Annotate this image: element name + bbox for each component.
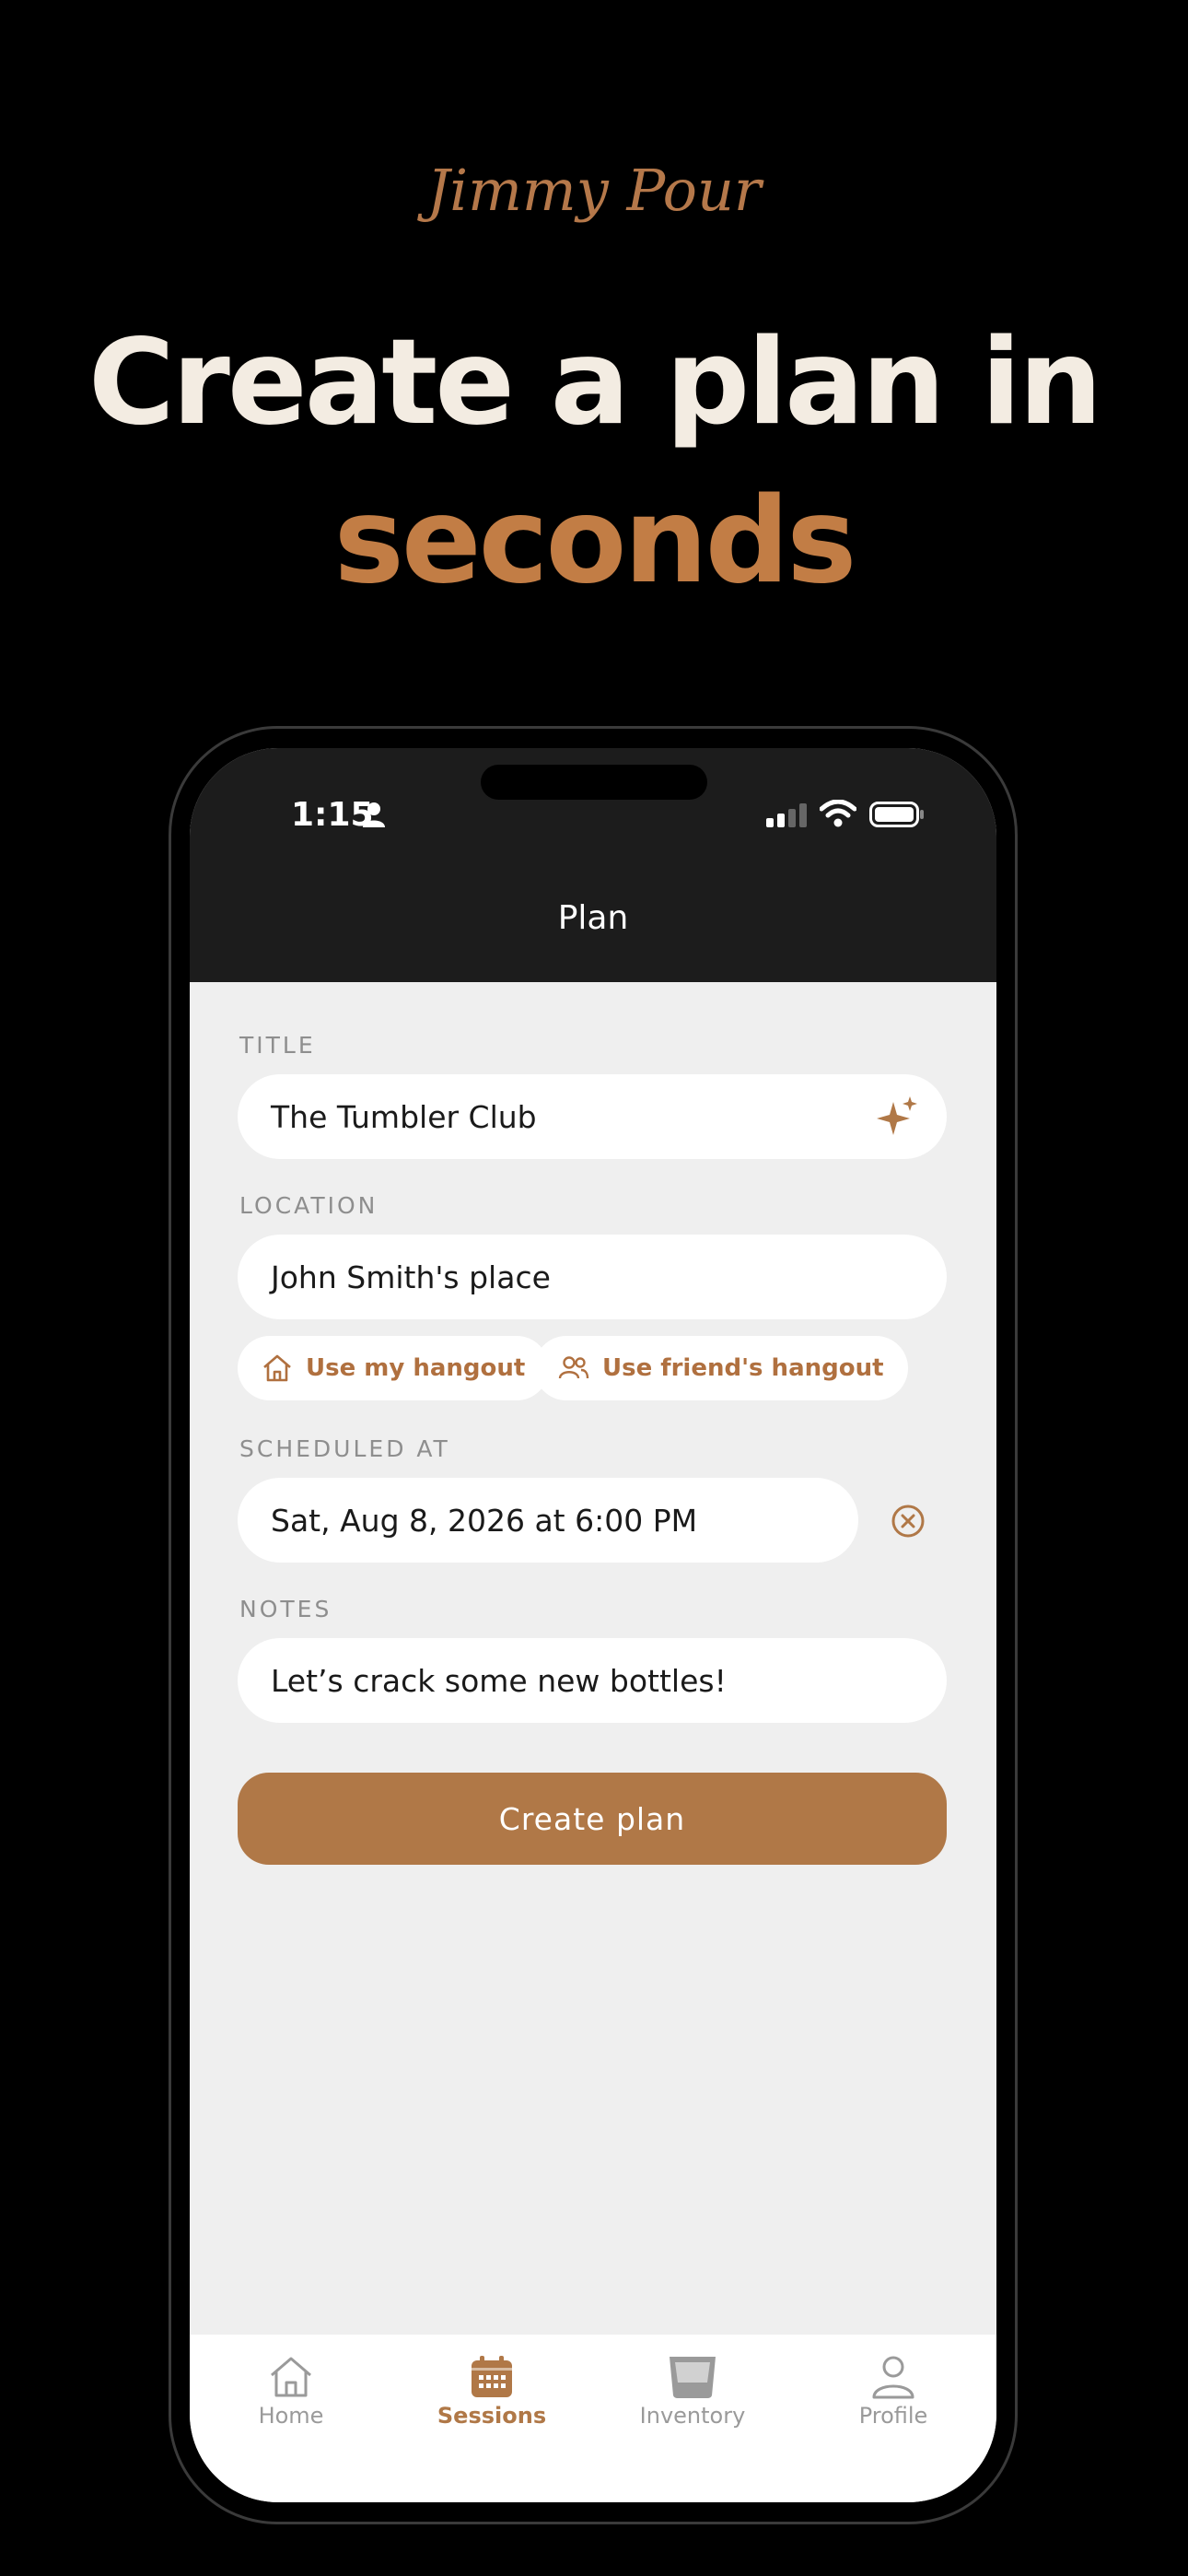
- signal-icon: [766, 803, 807, 827]
- location-value: John Smith's place: [271, 1259, 551, 1295]
- page-title: Plan: [557, 899, 629, 937]
- tab-bar: Home Sessions Inventory Profile: [190, 2335, 996, 2502]
- phone-screen: 1:15 Plan TITLE The Tumbler Club LOCATIO…: [190, 748, 996, 2502]
- tab-profile-label: Profile: [858, 2403, 928, 2429]
- clear-date-icon[interactable]: [890, 1503, 926, 1540]
- tab-home[interactable]: Home: [199, 2355, 383, 2429]
- headline: Create a plan in seconds: [0, 304, 1188, 621]
- location-field[interactable]: John Smith's place: [238, 1235, 947, 1319]
- use-friends-hangout-label: Use friend's hangout: [602, 1354, 884, 1382]
- tab-inventory-label: Inventory: [639, 2403, 746, 2429]
- notes-label: NOTES: [239, 1596, 332, 1622]
- top-bar: 1:15 Plan: [190, 748, 996, 982]
- profile-icon: [872, 2356, 914, 2399]
- person-icon: [363, 802, 385, 827]
- create-plan-button[interactable]: Create plan: [238, 1773, 947, 1865]
- tab-profile[interactable]: Profile: [801, 2355, 985, 2429]
- tab-sessions[interactable]: Sessions: [400, 2355, 584, 2429]
- scheduled-at-field[interactable]: Sat, Aug 8, 2026 at 6:00 PM: [238, 1478, 858, 1563]
- notes-value: Let’s crack some new bottles!: [271, 1662, 727, 1699]
- brand-name: Jimmy Pour: [426, 157, 762, 224]
- tab-inventory[interactable]: Inventory: [600, 2355, 785, 2429]
- title-label: TITLE: [239, 1032, 316, 1059]
- scheduled-value: Sat, Aug 8, 2026 at 6:00 PM: [271, 1502, 698, 1539]
- use-my-hangout-chip[interactable]: Use my hangout: [238, 1336, 550, 1400]
- use-my-hangout-label: Use my hangout: [306, 1354, 526, 1382]
- wifi-icon: [820, 800, 856, 827]
- calendar-icon: [472, 2356, 512, 2397]
- status-time: 1:15: [291, 796, 374, 834]
- title-field[interactable]: The Tumbler Club: [238, 1074, 947, 1159]
- sparkle-icon[interactable]: [875, 1095, 919, 1139]
- notes-field[interactable]: Let’s crack some new bottles!: [238, 1638, 947, 1723]
- tab-home-label: Home: [258, 2403, 324, 2429]
- dynamic-island: [481, 765, 707, 800]
- scheduled-label: SCHEDULED AT: [239, 1435, 450, 1462]
- house-icon: [263, 1354, 291, 1382]
- headline-line-2: seconds: [333, 473, 857, 610]
- location-label: LOCATION: [239, 1192, 379, 1219]
- glass-icon: [670, 2357, 716, 2398]
- use-friends-hangout-chip[interactable]: Use friend's hangout: [534, 1336, 908, 1400]
- title-value: The Tumbler Club: [271, 1098, 537, 1135]
- friends-icon: [558, 1356, 589, 1379]
- headline-line-1: Create a plan in: [87, 314, 1102, 451]
- home-icon: [271, 2357, 311, 2397]
- tab-sessions-label: Sessions: [437, 2403, 547, 2429]
- battery-icon: [869, 802, 924, 827]
